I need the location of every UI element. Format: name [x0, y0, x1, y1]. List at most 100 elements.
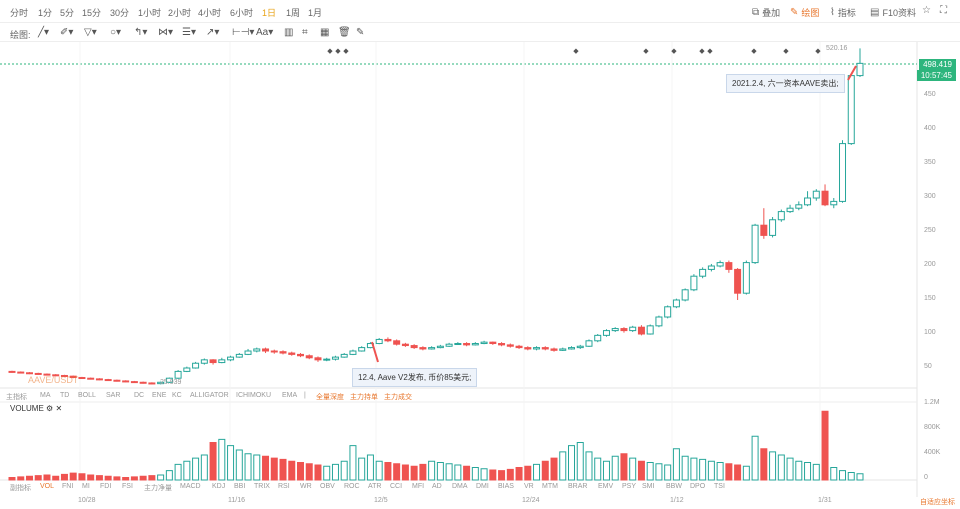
- draw-button[interactable]: ✎ 绘图: [790, 6, 819, 19]
- tab-11[interactable]: 1月: [308, 6, 322, 19]
- sub-indicator-24[interactable]: BRAR: [568, 483, 587, 490]
- candle-body: [489, 341, 497, 345]
- event-marker-icon: ◆: [699, 48, 705, 55]
- sub-indicator-15[interactable]: ATR: [368, 483, 381, 490]
- main-indicator-3[interactable]: BOLL: [78, 392, 96, 399]
- tab-5[interactable]: 1小时: [138, 6, 161, 19]
- sub-indicator-11[interactable]: RSI: [278, 483, 290, 490]
- tab-3[interactable]: 15分: [82, 6, 101, 19]
- main-indicator-5[interactable]: DC: [134, 392, 144, 399]
- line-chart-icon: ⌇: [830, 6, 835, 18]
- auto-scale-button[interactable]: 自适应坐标: [920, 497, 955, 507]
- overlay-button[interactable]: ⧉ 叠加: [752, 6, 780, 19]
- f10-button[interactable]: ▤ F10资料: [870, 6, 916, 19]
- fib-tool-icon[interactable]: ☰▾: [182, 27, 196, 38]
- tab-2[interactable]: 5分: [60, 6, 74, 19]
- volume-bar: [209, 442, 217, 481]
- volume-bar: [646, 462, 654, 481]
- crop-tool-icon[interactable]: ⌗: [302, 27, 308, 38]
- candle-body: [847, 75, 855, 145]
- sub-indicator-20[interactable]: DMI: [476, 483, 489, 490]
- sub-indicator-10[interactable]: TRIX: [254, 483, 270, 490]
- volume-bar: [524, 465, 532, 481]
- main-indicator-7[interactable]: KC: [172, 392, 182, 399]
- volume-bar: [87, 474, 95, 481]
- sub-indicator-27[interactable]: SMI: [642, 483, 654, 490]
- sub-indicator-6[interactable]: 主力净量: [144, 483, 172, 493]
- main-indicator-9[interactable]: ICHIMOKU: [236, 392, 271, 399]
- sub-indicator-1[interactable]: VOL: [40, 483, 54, 490]
- sub-indicator-18[interactable]: AD: [432, 483, 442, 490]
- tab-4[interactable]: 30分: [110, 6, 129, 19]
- text-tool-icon[interactable]: Aa▾: [256, 27, 273, 38]
- candle-body: [218, 359, 226, 364]
- sub-indicator-16[interactable]: CCI: [390, 483, 402, 490]
- tab-8[interactable]: 6小时: [230, 6, 253, 19]
- chart-area[interactable]: ◆ ◆ ◆ ◆ ◆ ◆ ◆ ◆ ◆ ◆ ◆: [0, 42, 960, 509]
- bars-tool-icon[interactable]: ▥: [284, 27, 293, 38]
- volume-bar: [200, 454, 208, 481]
- tab-1[interactable]: 1分: [38, 6, 52, 19]
- sub-indicator-12[interactable]: WR: [300, 483, 312, 490]
- candle-body: [87, 377, 95, 380]
- sub-indicator-5[interactable]: FSI: [122, 483, 133, 490]
- event-marker-icon: ◆: [751, 48, 757, 55]
- pattern-tool-icon[interactable]: ⋈▾: [158, 27, 173, 38]
- sub-indicator-4[interactable]: FDI: [100, 483, 111, 490]
- star-button[interactable]: ☆: [922, 6, 931, 16]
- sub-indicator-13[interactable]: OBV: [320, 483, 335, 490]
- sub-indicator-7[interactable]: MACD: [180, 483, 201, 490]
- volume-bar: [218, 438, 226, 481]
- line-tool-icon[interactable]: ╱▾: [38, 27, 49, 38]
- fullscreen-button[interactable]: ⛶: [940, 6, 947, 16]
- sub-indicator-29[interactable]: DPO: [690, 483, 705, 490]
- eraser-tool-icon[interactable]: ✎: [356, 27, 364, 38]
- sub-indicator-3[interactable]: MI: [82, 483, 90, 490]
- triangle-tool-icon[interactable]: ▽▾: [84, 27, 97, 38]
- indicator-button[interactable]: ⌇ 指标: [830, 6, 856, 19]
- arrow-tool-icon[interactable]: ↗▾: [206, 27, 219, 38]
- sub-indicator-14[interactable]: ROC: [344, 483, 360, 490]
- sub-indicator-30[interactable]: TSI: [714, 483, 725, 490]
- chart-tool-icon[interactable]: ▦: [320, 27, 329, 38]
- brush-tool-icon[interactable]: ✐▾: [60, 27, 73, 38]
- main-indicator-13[interactable]: 主力持单: [350, 392, 378, 402]
- settings-icon[interactable]: ⚙: [46, 404, 53, 413]
- main-indicator-4[interactable]: SAR: [106, 392, 120, 399]
- sub-indicator-8[interactable]: KDJ: [212, 483, 225, 490]
- sub-indicator-19[interactable]: DMA: [452, 483, 468, 490]
- main-indicator-2[interactable]: TD: [60, 392, 69, 399]
- main-indicator-6[interactable]: ENE: [152, 392, 166, 399]
- main-indicator-8[interactable]: ALLIGATOR: [190, 392, 229, 399]
- tab-7[interactable]: 4小时: [198, 6, 221, 19]
- main-indicator-14[interactable]: 主力成交: [384, 392, 412, 402]
- volume-bar: [183, 460, 191, 481]
- path-tool-icon[interactable]: ↰▾: [134, 27, 147, 38]
- pen-icon: ✎: [790, 6, 799, 18]
- sub-indicator-21[interactable]: BIAS: [498, 483, 514, 490]
- sub-indicator-0[interactable]: 副指标: [10, 483, 31, 493]
- sub-indicator-9[interactable]: BBI: [234, 483, 245, 490]
- main-indicator-0[interactable]: 主指标: [6, 392, 27, 402]
- tab-9[interactable]: 1日: [262, 6, 276, 19]
- delete-tool-icon[interactable]: 🗑: [338, 27, 351, 38]
- sub-indicator-25[interactable]: EMV: [598, 483, 613, 490]
- tab-6[interactable]: 2小时: [168, 6, 191, 19]
- volume-bar: [148, 475, 156, 481]
- sub-indicator-17[interactable]: MFI: [412, 483, 424, 490]
- sub-indicator-28[interactable]: BBW: [666, 483, 682, 490]
- main-indicator-11[interactable]: |: [304, 392, 306, 399]
- sub-indicator-26[interactable]: PSY: [622, 483, 636, 490]
- sub-indicator-22[interactable]: VR: [524, 483, 534, 490]
- tab-0[interactable]: 分时: [10, 6, 28, 19]
- sub-indicator-2[interactable]: FNI: [62, 483, 73, 490]
- main-indicator-1[interactable]: MA: [40, 392, 51, 399]
- close-icon[interactable]: ✕: [55, 404, 62, 413]
- tab-10[interactable]: 1周: [286, 6, 300, 19]
- circle-tool-icon[interactable]: ○▾: [110, 27, 121, 38]
- main-indicator-10[interactable]: EMA: [282, 392, 297, 399]
- measure-tool-icon[interactable]: ⊢⊣▾: [232, 27, 254, 38]
- main-indicator-12[interactable]: 全量深度: [316, 392, 344, 402]
- sub-indicator-23[interactable]: MTM: [542, 483, 558, 490]
- event-marker-icon: ◆: [643, 48, 649, 55]
